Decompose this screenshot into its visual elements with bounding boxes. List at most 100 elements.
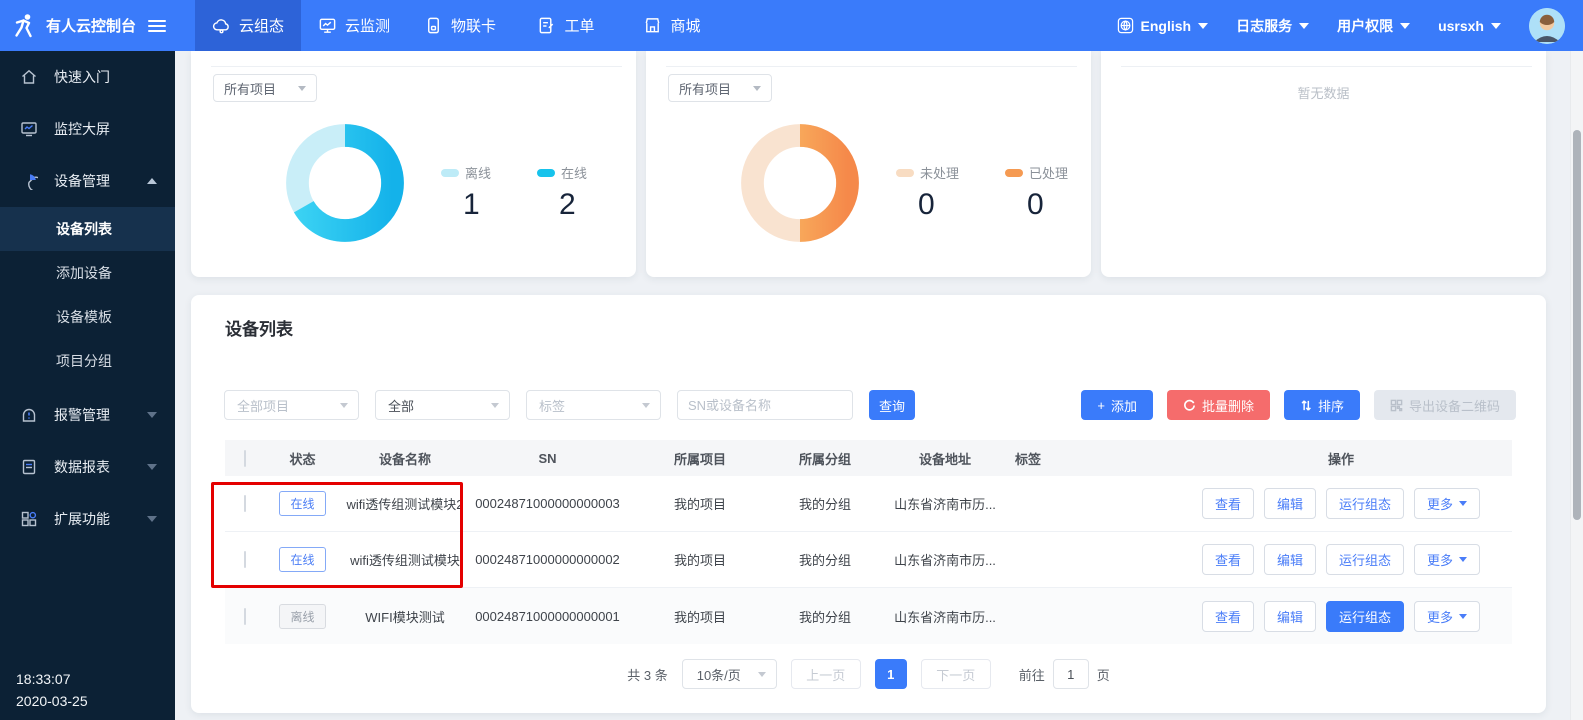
device-name: WIFI模块测试 <box>340 607 470 626</box>
sort-button[interactable]: 排序 <box>1284 390 1360 420</box>
device-sn: 00024871000000000003 <box>470 496 625 511</box>
hamburger-menu-icon[interactable] <box>148 20 166 32</box>
device-group: 我的分组 <box>775 607 875 626</box>
col-address: 设备地址 <box>875 449 1015 468</box>
legend-item-handled: 已处理 0 <box>1005 163 1068 222</box>
row-checkbox[interactable] <box>244 495 246 512</box>
row-actions: 查看 编辑 运行组态 更多 <box>1170 601 1512 632</box>
device-group: 我的分组 <box>775 550 875 569</box>
sidebar-item-label: 快速入门 <box>54 67 157 87</box>
tab-iot-sim[interactable]: 物联卡 <box>407 0 513 51</box>
row-checkbox[interactable] <box>244 608 246 625</box>
col-sn: SN <box>470 451 625 466</box>
status-badge: 在线 <box>279 547 325 572</box>
table-row: 离线 WIFI模块测试 00024871000000000001 我的项目 我的… <box>225 588 1512 644</box>
export-qr-button[interactable]: 导出设备二维码 <box>1374 390 1516 420</box>
sidebar-item-project-group[interactable]: 项目分组 <box>0 339 175 383</box>
tab-cloud-scada[interactable]: 云组态 <box>195 0 301 51</box>
prev-page-button[interactable]: 上一页 <box>791 659 861 689</box>
tab-work-order[interactable]: 工单 <box>513 0 619 51</box>
sidebar-item-extensions[interactable]: 扩展功能 <box>0 493 175 545</box>
edit-button[interactable]: 编辑 <box>1264 544 1316 575</box>
goto-page: 前往 页 <box>1019 659 1110 689</box>
sidebar-item-device-template[interactable]: 设备模板 <box>0 295 175 339</box>
legend-swatch-online <box>537 169 555 177</box>
tab-label: 商城 <box>670 15 700 36</box>
legend-value: 2 <box>559 188 587 222</box>
page-size-select[interactable]: 10条/页 <box>682 659 777 689</box>
log-service-menu[interactable]: 日志服务 <box>1236 16 1309 36</box>
scrollbar-thumb[interactable] <box>1573 130 1581 520</box>
globe-icon <box>1117 17 1134 34</box>
report-doc-icon <box>20 458 38 476</box>
clock-date: 2020-03-25 <box>16 690 88 712</box>
current-page-button[interactable]: 1 <box>875 659 907 689</box>
device-sn: 00024871000000000001 <box>470 609 625 624</box>
view-button[interactable]: 查看 <box>1202 544 1254 575</box>
sidebar-item-add-device[interactable]: 添加设备 <box>0 251 175 295</box>
select-all-checkbox[interactable] <box>244 450 246 467</box>
language-menu[interactable]: English <box>1117 17 1209 34</box>
language-label: English <box>1141 18 1192 34</box>
sidebar-item-label: 监控大屏 <box>54 119 157 139</box>
status-badge: 在线 <box>279 491 325 516</box>
avatar[interactable] <box>1529 8 1565 44</box>
project-filter-select[interactable]: 所有项目 <box>213 74 317 102</box>
legend-value: 1 <box>463 188 491 222</box>
sidebar-item-data-report[interactable]: 数据报表 <box>0 441 175 493</box>
tag-select[interactable]: 标签 <box>526 390 661 420</box>
batch-delete-button[interactable]: 批量删除 <box>1167 390 1270 420</box>
run-scada-button[interactable]: 运行组态 <box>1326 544 1404 575</box>
sort-arrows-icon <box>1300 399 1312 412</box>
user-permission-menu[interactable]: 用户权限 <box>1337 16 1410 36</box>
next-page-button[interactable]: 下一页 <box>921 659 991 689</box>
more-button[interactable]: 更多 <box>1414 544 1480 575</box>
sidebar-item-device-list[interactable]: 设备列表 <box>0 207 175 251</box>
run-scada-button[interactable]: 运行组态 <box>1326 601 1404 632</box>
tab-mall[interactable]: 商城 <box>619 0 725 51</box>
add-button[interactable]: + 添加 <box>1081 390 1153 420</box>
search-input[interactable] <box>677 390 853 420</box>
divider <box>1121 66 1532 67</box>
legend-label: 已处理 <box>1029 163 1068 182</box>
device-status-donut-chart <box>283 121 407 245</box>
user-permission-label: 用户权限 <box>1337 16 1393 36</box>
plus-icon: + <box>1097 398 1105 413</box>
run-scada-button[interactable]: 运行组态 <box>1326 488 1404 519</box>
work-order-icon <box>537 16 556 35</box>
sidebar-subitem-label: 添加设备 <box>56 263 112 283</box>
edit-button[interactable]: 编辑 <box>1264 601 1316 632</box>
legend-swatch-offline <box>441 169 459 177</box>
legend-swatch-unhandled <box>896 169 914 177</box>
sim-card-icon <box>424 16 443 35</box>
legend-swatch-handled <box>1005 169 1023 177</box>
sidebar-item-device-mgmt[interactable]: 设备管理 <box>0 155 175 207</box>
chevron-up-icon <box>147 178 157 184</box>
col-status: 状态 <box>265 449 340 468</box>
legend-label: 未处理 <box>920 163 959 182</box>
query-button[interactable]: 查询 <box>869 390 915 420</box>
col-group: 所属分组 <box>775 449 875 468</box>
row-checkbox[interactable] <box>244 551 246 568</box>
view-button[interactable]: 查看 <box>1202 488 1254 519</box>
sidebar-item-label: 报警管理 <box>54 405 131 425</box>
username-menu[interactable]: usrsxh <box>1438 18 1501 34</box>
more-button[interactable]: 更多 <box>1414 601 1480 632</box>
page-size-value: 10条/页 <box>697 665 741 684</box>
sidebar-item-alarm-mgmt[interactable]: 报警管理 <box>0 389 175 441</box>
project-filter-select[interactable]: 所有项目 <box>668 74 772 102</box>
goto-page-input[interactable] <box>1053 659 1089 689</box>
edit-button[interactable]: 编辑 <box>1264 488 1316 519</box>
device-group: 我的分组 <box>775 494 875 513</box>
sidebar-item-monitor-screen[interactable]: 监控大屏 <box>0 103 175 155</box>
legend-value: 0 <box>918 188 959 222</box>
chevron-down-icon <box>491 403 499 408</box>
more-button[interactable]: 更多 <box>1414 488 1480 519</box>
scope-select[interactable]: 全部 <box>375 390 510 420</box>
main-content: 所有项目 <box>175 51 1570 720</box>
tab-cloud-monitor[interactable]: 云监测 <box>301 0 407 51</box>
device-status-card: 所有项目 <box>191 51 636 277</box>
sidebar-item-quick-start[interactable]: 快速入门 <box>0 51 175 103</box>
view-button[interactable]: 查看 <box>1202 601 1254 632</box>
project-select[interactable]: 全部项目 <box>224 390 359 420</box>
